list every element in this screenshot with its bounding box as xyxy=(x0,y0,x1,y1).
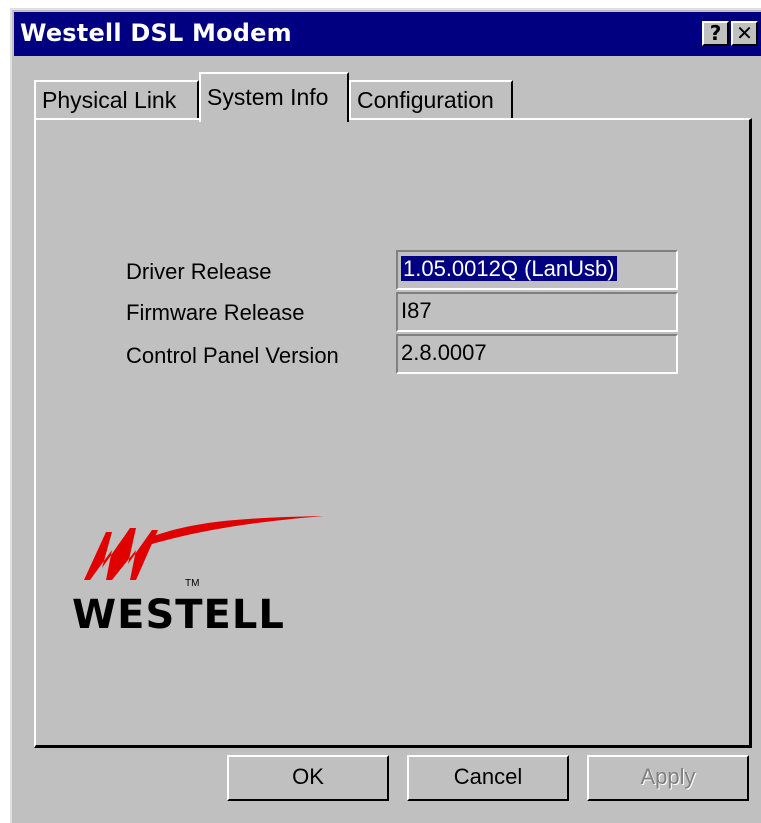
window-title: Westell DSL Modem xyxy=(20,19,292,47)
firmware-release-label: Firmware Release xyxy=(126,300,305,325)
control-panel-version-field[interactable]: 2.8.0007 xyxy=(396,334,678,374)
driver-release-label: Driver Release xyxy=(126,259,272,284)
cancel-button[interactable]: Cancel xyxy=(407,755,569,801)
firmware-release-field[interactable]: I87 xyxy=(396,292,678,332)
ok-button[interactable]: OK xyxy=(227,755,389,801)
close-button[interactable]: ✕ xyxy=(731,21,758,46)
system-info-panel: Driver Release 1.05.0012Q (LanUsb) Firmw… xyxy=(34,118,752,748)
tab-configuration[interactable]: Configuration xyxy=(349,80,513,120)
apply-button[interactable]: Apply xyxy=(587,755,749,801)
westell-wordmark: WESTELL xyxy=(72,592,285,638)
westell-logo-mark xyxy=(84,516,324,580)
control-panel-version-label: Control Panel Version xyxy=(126,343,339,368)
driver-release-field[interactable]: 1.05.0012Q (LanUsb) xyxy=(396,250,678,290)
title-bar[interactable]: Westell DSL Modem ? ✕ xyxy=(14,12,761,56)
dialog-window: Westell DSL Modem ? ✕ Physical Link Conf… xyxy=(10,8,761,823)
help-button[interactable]: ? xyxy=(702,21,729,46)
trademark-label: TM xyxy=(185,578,200,589)
tab-system-info[interactable]: System Info xyxy=(199,72,349,122)
driver-release-value: 1.05.0012Q (LanUsb) xyxy=(401,256,617,281)
tab-physical-link[interactable]: Physical Link xyxy=(34,80,199,120)
